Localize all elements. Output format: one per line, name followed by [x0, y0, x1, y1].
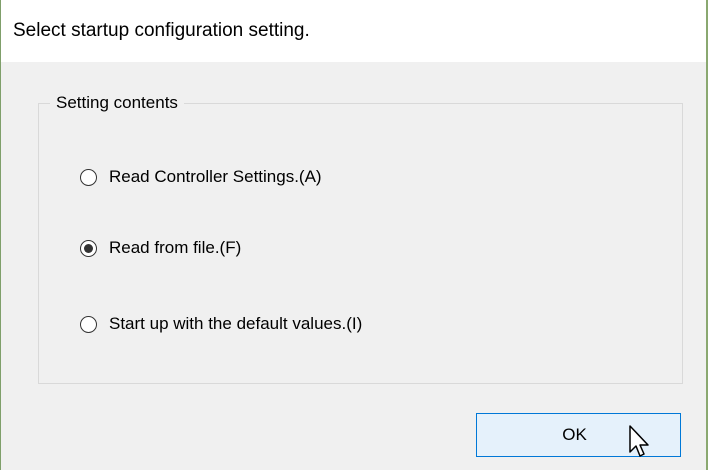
dialog-title: Select startup configuration setting.: [13, 20, 310, 41]
radio-button-circle[interactable]: [80, 239, 97, 257]
radio-button-circle[interactable]: [80, 168, 97, 186]
startup-config-dialog: Select startup configuration setting. Se…: [0, 0, 708, 470]
radio-label[interactable]: Start up with the default values.(I): [109, 314, 362, 334]
ok-button-label[interactable]: OK: [562, 425, 587, 445]
dialog-header: Select startup configuration setting.: [1, 0, 706, 62]
window-border-left: [0, 0, 1, 470]
radio-default-values[interactable]: Start up with the default values.(I): [80, 312, 362, 336]
radio-label[interactable]: Read from file.(F): [109, 238, 241, 258]
radio-button-circle[interactable]: [80, 315, 97, 333]
mouse-pointer-icon: [629, 425, 649, 457]
radio-read-from-file[interactable]: Read from file.(F): [80, 236, 241, 260]
groupbox-legend: Setting contents: [50, 93, 184, 113]
radio-label[interactable]: Read Controller Settings.(A): [109, 167, 322, 187]
radio-read-controller-settings[interactable]: Read Controller Settings.(A): [80, 165, 322, 189]
